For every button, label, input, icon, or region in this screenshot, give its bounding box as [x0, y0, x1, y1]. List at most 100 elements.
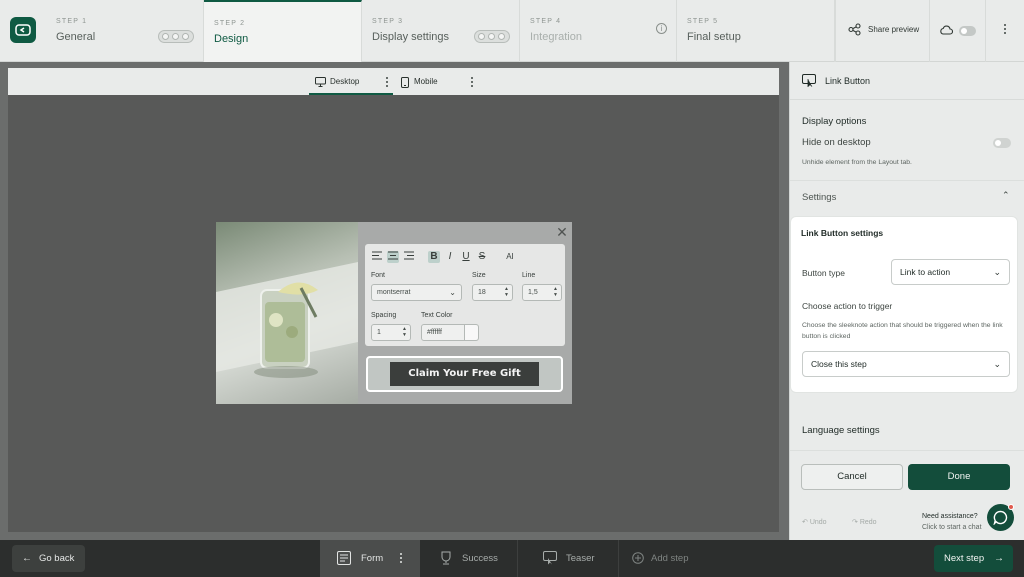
status-dots-icon	[158, 30, 194, 43]
chat-button[interactable]	[987, 504, 1014, 531]
chat-icon	[993, 510, 1008, 525]
tab-mobile-label: Mobile	[414, 77, 438, 86]
panel-title: Link Button	[825, 76, 871, 86]
share-preview-button[interactable]: Share preview	[835, 0, 930, 62]
undo-label: Undo	[809, 519, 827, 526]
popup-preview[interactable]: ✕ B I U S AI Font montserrat ⌄ Size 18 ▲…	[216, 222, 572, 404]
button-type-select[interactable]: Link to action ⌄	[891, 259, 1010, 285]
cocktail-illustration	[216, 262, 358, 378]
share-preview-label: Share preview	[868, 25, 920, 34]
bottom-navigation: ← Go back Form Success Teaser Add step N…	[0, 540, 1024, 577]
cancel-button[interactable]: Cancel	[801, 464, 903, 490]
autosave-toggle[interactable]	[959, 26, 976, 36]
app-logo[interactable]	[10, 17, 36, 43]
status-dots-icon	[474, 30, 510, 43]
choose-action-label: Choose action to trigger	[802, 301, 893, 311]
device-switcher: Desktop Mobile	[8, 68, 779, 95]
hide-on-desktop-toggle[interactable]	[993, 138, 1011, 148]
strikethrough-icon[interactable]: S	[476, 251, 488, 263]
form-icon	[337, 551, 351, 565]
italic-icon[interactable]: I	[444, 251, 456, 263]
step-final-setup[interactable]: STEP 5 Final setup	[677, 0, 835, 62]
go-back-button[interactable]: ← Go back	[12, 545, 85, 572]
chevron-down-icon: ⌄	[993, 267, 1001, 277]
settings-heading: Settings	[802, 192, 837, 203]
spacing-value: 1	[377, 329, 381, 336]
stepper-arrows-icon: ▲ ▼	[504, 286, 509, 298]
tab-mobile[interactable]: Mobile	[398, 68, 458, 95]
chevron-up-icon: ⌃	[1002, 190, 1010, 200]
line-height-stepper[interactable]: 1,5 ▲ ▼	[522, 284, 562, 301]
step-name: Integration	[530, 31, 582, 43]
mobile-options-icon[interactable]	[469, 75, 475, 89]
step-number: STEP 3	[372, 18, 404, 25]
undo-icon: ↶	[802, 519, 810, 526]
color-swatch[interactable]	[464, 325, 478, 340]
claim-gift-button[interactable]: Claim Your Free Gift	[390, 362, 539, 386]
step-display-settings[interactable]: STEP 3 Display settings	[362, 0, 520, 62]
hide-on-desktop-label: Hide on desktop	[802, 137, 871, 148]
text-color-label: Text Color	[421, 312, 453, 319]
step-name: Final setup	[687, 31, 741, 43]
action-select[interactable]: Close this step ⌄	[802, 351, 1010, 377]
ai-icon[interactable]: AI	[502, 251, 518, 263]
settings-section-toggle[interactable]: Settings ⌃	[790, 184, 1024, 212]
size-stepper[interactable]: 18 ▲ ▼	[472, 284, 513, 301]
divider	[790, 180, 1024, 181]
text-color-input[interactable]: #ffffff	[421, 324, 479, 341]
done-button[interactable]: Done	[908, 464, 1010, 490]
step-integration[interactable]: STEP 4 Integration i	[520, 0, 677, 62]
step-success[interactable]: Success	[421, 540, 518, 577]
step-general[interactable]: STEP 1 General	[46, 0, 204, 62]
line-label: Line	[522, 272, 536, 279]
add-step-label: Add step	[651, 553, 689, 564]
language-settings-heading[interactable]: Language settings	[802, 425, 880, 436]
next-step-button[interactable]: Next step →	[934, 545, 1013, 572]
more-menu-icon[interactable]	[1000, 22, 1010, 38]
spacing-stepper[interactable]: 1 ▲ ▼	[371, 324, 411, 341]
align-left-icon[interactable]	[371, 251, 383, 263]
desktop-icon	[315, 77, 326, 87]
panel-header: Link Button	[790, 62, 1024, 100]
mobile-icon	[401, 77, 409, 88]
drink-image	[216, 222, 358, 404]
close-icon[interactable]: ✕	[556, 225, 568, 239]
step-number: STEP 4	[530, 18, 562, 25]
step-form-label: Form	[361, 553, 384, 564]
chevron-down-icon: ⌄	[449, 288, 456, 297]
arrow-left-icon: ←	[22, 553, 32, 564]
text-format-toolbar: B I U S AI Font montserrat ⌄ Size 18 ▲ ▼ …	[365, 244, 565, 346]
align-right-icon[interactable]	[403, 251, 415, 263]
add-step-button[interactable]: Add step	[620, 540, 720, 577]
form-options-icon[interactable]	[399, 551, 403, 565]
next-step-label: Next step	[944, 553, 985, 564]
autosave-area	[930, 0, 986, 62]
desktop-options-icon[interactable]	[384, 75, 390, 89]
button-type-label: Button type	[802, 268, 846, 278]
undo-button[interactable]: ↶ Undo	[802, 518, 827, 526]
assistance-title: Need assistance?	[922, 513, 978, 520]
notification-dot	[1008, 504, 1014, 510]
teaser-icon	[543, 551, 557, 565]
align-center-icon[interactable]	[387, 251, 399, 263]
underline-icon[interactable]: U	[460, 251, 472, 263]
info-icon[interactable]: i	[656, 23, 667, 34]
step-form[interactable]: Form	[320, 540, 420, 577]
step-name: Design	[214, 33, 249, 45]
step-name: Display settings	[372, 31, 450, 43]
assistance-subtitle[interactable]: Click to start a chat	[922, 524, 982, 531]
tab-desktop[interactable]: Desktop	[309, 68, 393, 95]
chevron-down-icon: ⌄	[993, 359, 1001, 369]
steps-header: STEP 1 General STEP 2 Design STEP 3 Disp…	[0, 0, 1024, 62]
share-icon	[848, 23, 861, 36]
action-value: Close this step	[811, 359, 867, 369]
font-select[interactable]: montserrat ⌄	[371, 284, 462, 301]
step-teaser[interactable]: Teaser	[519, 540, 619, 577]
redo-button[interactable]: ↷ Redo	[852, 518, 877, 526]
bold-icon[interactable]: B	[428, 251, 440, 263]
button-type-value: Link to action	[900, 267, 951, 277]
step-number: STEP 1	[56, 18, 88, 25]
arrow-right-icon: →	[994, 553, 1004, 564]
choose-action-description: Choose the sleeknote action that should …	[802, 322, 1003, 340]
step-design[interactable]: STEP 2 Design	[204, 0, 362, 62]
